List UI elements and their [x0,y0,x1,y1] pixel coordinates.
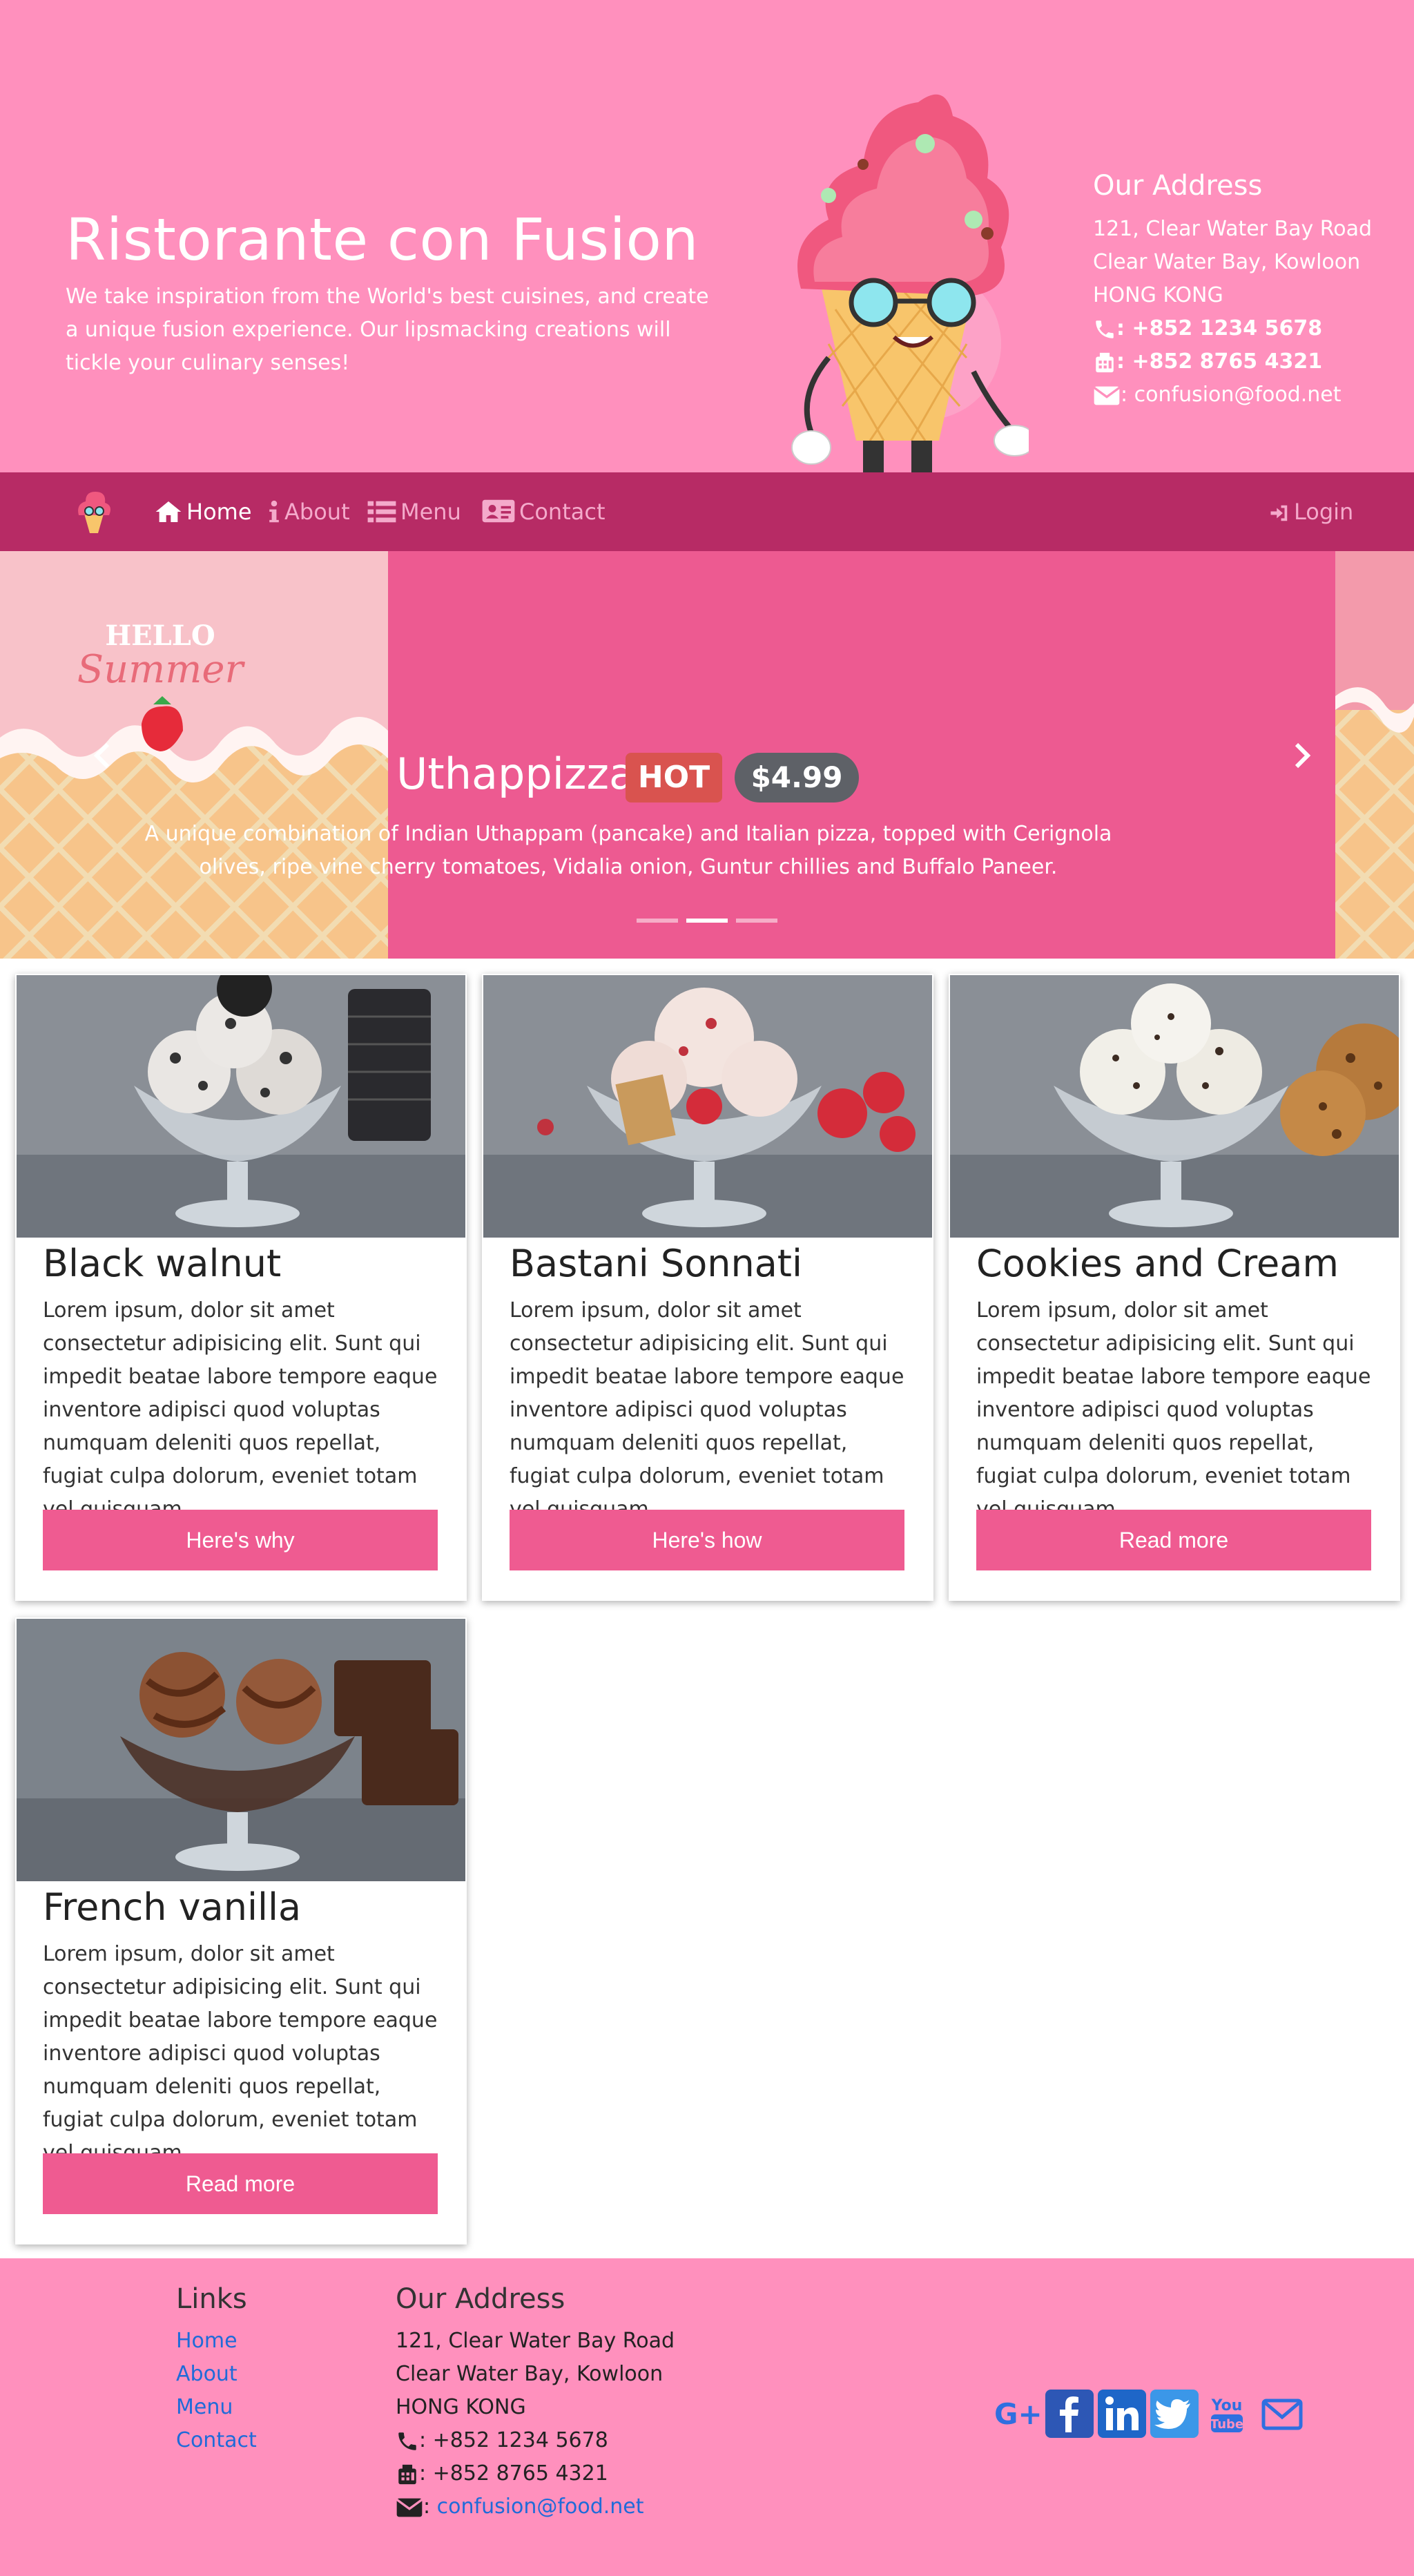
restaurant-description: We take inspiration from the World's bes… [66,285,709,375]
card-title: French vanilla [43,1885,302,1929]
address-heading: Our Address [1093,170,1263,202]
header-address-block: Our Address 121, Clear Water Bay Road Cl… [1093,170,1372,412]
nav-home[interactable]: Home [155,496,252,528]
dish-description: A unique combination of Indian Uthappam … [144,822,1112,879]
footer-address: Our Address 121, Clear Water Bay Road Cl… [396,2283,675,2524]
phone-icon [1096,320,1114,338]
fax-icon [398,2464,416,2484]
navbar: Home About Menu Contact Login [0,472,1414,551]
envelope-icon [1093,386,1121,405]
svg-text:You: You [1211,2397,1243,2414]
address-line-2: Clear Water Bay, Kowloon [1093,250,1361,274]
card-action-button[interactable]: Here's why [43,1510,438,1570]
product-card: Bastani Sonnati Lorem ipsum, dolor sit a… [482,974,933,1601]
footer-address-line-2: Clear Water Bay, Kowloon [396,2362,664,2386]
fax-line: : +852 8765 4321 [1093,345,1372,378]
black-walnut-image [17,975,465,1238]
email-line: : confusion@food.net [1093,378,1372,412]
card-text: Lorem ipsum, dolor sit amet consectetur … [43,1298,438,1521]
footer-link-home[interactable]: Home [176,2325,257,2358]
footer-phone-line: : +852 1234 5678 [396,2424,675,2457]
svg-text:G+: G+ [994,2397,1041,2431]
card-title: Cookies and Cream [976,1242,1339,1285]
footer-links-heading: Links [176,2283,247,2315]
svg-text:Tube: Tube [1210,2417,1243,2432]
cookies-and-cream-image [950,975,1399,1238]
bastani-sonnati-image [483,975,932,1238]
footer-fax-line: : +852 8765 4321 [396,2457,675,2490]
jumbotron-header: Ristorante con Fusion We take inspiratio… [0,0,1414,472]
footer-link-about[interactable]: About [176,2358,257,2391]
carousel-indicator-1[interactable] [637,919,678,923]
sign-in-icon [1270,505,1288,521]
info-icon [269,500,279,523]
footer-address-heading: Our Address [396,2283,565,2315]
login-button[interactable]: Login [1269,496,1353,528]
address-line-1: 121, Clear Water Bay Road [1093,217,1373,241]
card-text: Lorem ipsum, dolor sit amet consectetur … [43,1942,438,2165]
product-card: Black walnut Lorem ipsum, dolor sit amet… [15,974,467,1601]
footer-address-line-1: 121, Clear Water Bay Road [396,2329,675,2353]
phone-icon [398,2432,416,2450]
french-vanilla-image [17,1619,465,1881]
footer-email-line: : confusion@food.net [396,2490,675,2524]
footer-address-line-3: HONG KONG [396,2395,526,2419]
svg-text:Summer: Summer [77,647,246,692]
envelope-icon [396,2498,423,2517]
carousel-prev-icon[interactable] [81,735,123,776]
list-icon [367,501,396,523]
address-line-3: HONG KONG [1093,283,1223,307]
restaurant-title: Ristorante con Fusion [66,206,699,273]
phone-line: : +852 1234 5678 [1093,312,1372,345]
footer-email-link[interactable]: confusion@food.net [437,2495,644,2519]
price-badge: $4.99 [735,753,859,802]
waffle-slide-image: HELLO Summer [0,551,388,959]
twitter-icon[interactable] [1150,2390,1199,2438]
facebook-icon[interactable] [1045,2390,1094,2438]
nav-contact[interactable]: Contact [482,496,606,528]
footer-link-contact[interactable]: Contact [176,2424,257,2457]
nav-about[interactable]: About [268,496,350,528]
nav-menu[interactable]: Menu [367,496,461,528]
ice-cream-mascot-image [791,94,1029,472]
card-text: Lorem ipsum, dolor sit amet consectetur … [976,1298,1371,1521]
hot-badge: HOT [626,753,722,802]
linkedin-icon[interactable] [1098,2390,1146,2438]
home-icon [155,501,182,522]
card-action-button[interactable]: Read more [43,2153,438,2214]
footer: Links Home About Menu Contact Our Addres… [0,2258,1414,2576]
card-title: Bastani Sonnati [510,1242,802,1285]
product-card: Cookies and Cream Lorem ipsum, dolor sit… [949,974,1400,1601]
product-card: French vanilla Lorem ipsum, dolor sit am… [15,1617,467,2245]
carousel: HELLO Summer Uthappizza HOT $4.99 A uniq… [0,551,1414,959]
youtube-icon[interactable]: You Tube [1203,2390,1251,2438]
carousel-indicator-3[interactable] [736,919,777,923]
footer-links: Links Home About Menu Contact [176,2283,257,2457]
card-action-button[interactable]: Read more [976,1510,1371,1570]
mail-icon[interactable] [1258,2390,1306,2438]
fax-icon [1096,352,1114,372]
address-card-icon [482,499,515,523]
carousel-next-icon[interactable] [1281,735,1323,776]
card-action-button[interactable]: Here's how [510,1510,904,1570]
brand-logo[interactable] [75,488,113,536]
waffle-slide-edge-image [1335,551,1414,959]
card-text: Lorem ipsum, dolor sit amet consectetur … [510,1298,904,1521]
carousel-indicator-2[interactable] [686,919,728,923]
card-title: Black walnut [43,1242,282,1285]
footer-link-menu[interactable]: Menu [176,2391,257,2424]
google-plus-icon[interactable]: G+ [993,2390,1041,2438]
dish-name: Uthappizza [396,749,635,799]
